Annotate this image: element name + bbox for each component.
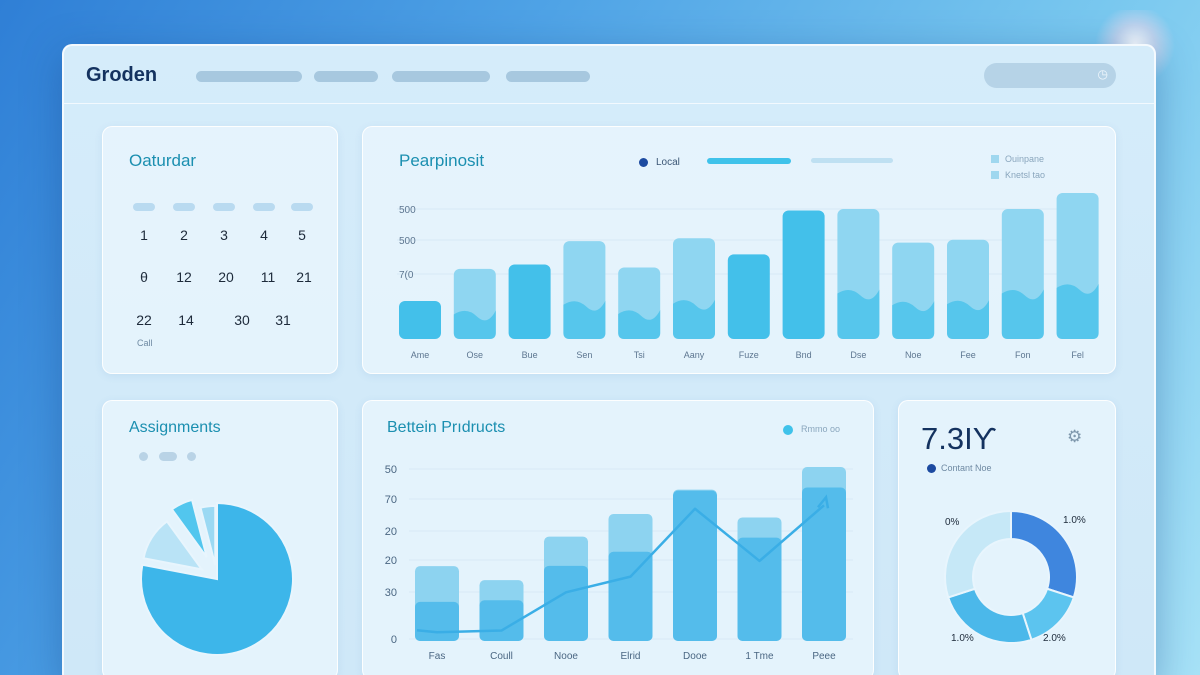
- weekday-label: [173, 203, 195, 211]
- calendar-day[interactable]: 3: [209, 227, 239, 243]
- assignments-pie-chart: [140, 498, 294, 656]
- calendar-day[interactable]: 21: [289, 269, 319, 285]
- performance-bar-chart: 500 500 7(0 Ame Ose Bue Sen Tsi Aany Fuze Bnd Dse No…: [397, 193, 1099, 360]
- stat-donut-chart: [944, 509, 1078, 644]
- calendar-day[interactable]: 4: [249, 227, 279, 243]
- donut-label-top-right: 1.0%: [1063, 515, 1086, 526]
- x-tick-label: Aany: [684, 350, 705, 360]
- search-input[interactable]: ◷: [984, 63, 1116, 88]
- bar: [399, 301, 441, 339]
- x-tick-label: Elrid: [620, 651, 640, 662]
- x-tick-label: 1 Tme: [745, 651, 774, 662]
- bar: [508, 264, 551, 339]
- pie-slice: [199, 504, 217, 566]
- bar-fill: [802, 487, 846, 641]
- x-tick-label: Bnd: [796, 350, 812, 360]
- donut-label-bottom-left: 1.0%: [951, 633, 974, 644]
- top-bar: Groden ◷: [64, 46, 1154, 104]
- bar: [782, 210, 825, 339]
- nav-item-3[interactable]: [392, 71, 490, 82]
- x-tick-label: Dooe: [683, 651, 707, 662]
- x-tick-label: Tsi: [634, 350, 645, 360]
- calendar-title: Oaturdar: [129, 151, 197, 170]
- brand-logo[interactable]: Groden: [86, 64, 157, 87]
- donut-label-bottom-right: 2.0%: [1043, 633, 1066, 644]
- nav-item-2[interactable]: [314, 71, 378, 82]
- donut-label-top-left: 0%: [945, 517, 960, 528]
- x-tick-label: Fel: [1071, 350, 1084, 360]
- performance-card: Pearpinosit Local Ouinpane Knetsl tao 50…: [362, 126, 1116, 374]
- calendar-day[interactable]: 22: [129, 312, 159, 328]
- search-icon[interactable]: ◷: [1098, 67, 1108, 81]
- y-tick-label: 500: [399, 205, 416, 216]
- calendar-day[interactable]: 30: [227, 312, 257, 328]
- bar-fill: [1056, 283, 1099, 339]
- dashboard-window: Groden ◷ Oaturdar 1 2 3 4 5 θ 12 20 11 2…: [62, 44, 1156, 675]
- x-tick-label: Fas: [429, 651, 446, 662]
- y-tick-label: 30: [385, 587, 397, 599]
- calendar-day[interactable]: 20: [211, 269, 241, 285]
- x-tick-label: Nooe: [554, 651, 578, 662]
- products-card: Bettein Prıdructs Rmmo oo 50 70 20 20 30 0 Fas…: [362, 400, 874, 675]
- weekday-label: [291, 203, 313, 211]
- y-tick-label: 500: [399, 236, 416, 247]
- y-tick-label: 70: [385, 494, 397, 506]
- nav-item-1[interactable]: [196, 71, 302, 82]
- x-tick-label: Peee: [812, 651, 836, 662]
- x-tick-label: Bue: [522, 350, 538, 360]
- calendar-day[interactable]: 12: [169, 269, 199, 285]
- nav-item-4[interactable]: [506, 71, 590, 82]
- x-tick-label: Coull: [490, 651, 513, 662]
- calendar-card: Oaturdar 1 2 3 4 5 θ 12 20 11 21 22 14 3…: [102, 126, 338, 374]
- x-tick-label: Noe: [905, 350, 922, 360]
- y-tick-label: 20: [385, 526, 397, 538]
- bar: [727, 254, 770, 339]
- calendar-day[interactable]: θ: [129, 269, 159, 285]
- y-tick-label: 20: [385, 555, 397, 567]
- calendar-day[interactable]: 31: [268, 312, 298, 328]
- bar-fill: [737, 537, 782, 641]
- x-tick-label: Fon: [1015, 350, 1031, 360]
- x-tick-label: Ame: [411, 350, 430, 360]
- calendar-day[interactable]: 5: [287, 227, 317, 243]
- weekday-label: [253, 203, 275, 211]
- bar-fill: [415, 601, 459, 641]
- calendar-day[interactable]: 1: [129, 227, 159, 243]
- bar-fill: [608, 551, 653, 641]
- calendar-day[interactable]: 2: [169, 227, 199, 243]
- bar-fill: [673, 490, 717, 641]
- bar-fill: [544, 565, 588, 641]
- calendar-day[interactable]: 11: [253, 269, 283, 285]
- calendar-day[interactable]: 14: [171, 312, 201, 328]
- weekday-label: [133, 203, 155, 211]
- stat-card: 7.3IƳ ⚙ Contant Noe 0% 1.0% 1.0% 2.0%: [898, 400, 1116, 675]
- x-tick-label: Fuze: [739, 350, 759, 360]
- y-tick-label: 7(0: [399, 270, 414, 281]
- x-tick-label: Fee: [960, 350, 976, 360]
- y-tick-label: 50: [385, 464, 397, 476]
- x-tick-label: Sen: [576, 350, 592, 360]
- calendar-footer: Call: [137, 338, 153, 348]
- assignments-card: Assignments: [102, 400, 338, 675]
- x-tick-label: Dse: [850, 350, 866, 360]
- weekday-label: [213, 203, 235, 211]
- x-tick-label: Ose: [467, 350, 484, 360]
- y-tick-label: 0: [391, 634, 397, 646]
- products-combo-chart: 50 70 20 20 30 0 Fas Coull Nooe Elrid Dooe 1 Tme Pee…: [385, 464, 853, 662]
